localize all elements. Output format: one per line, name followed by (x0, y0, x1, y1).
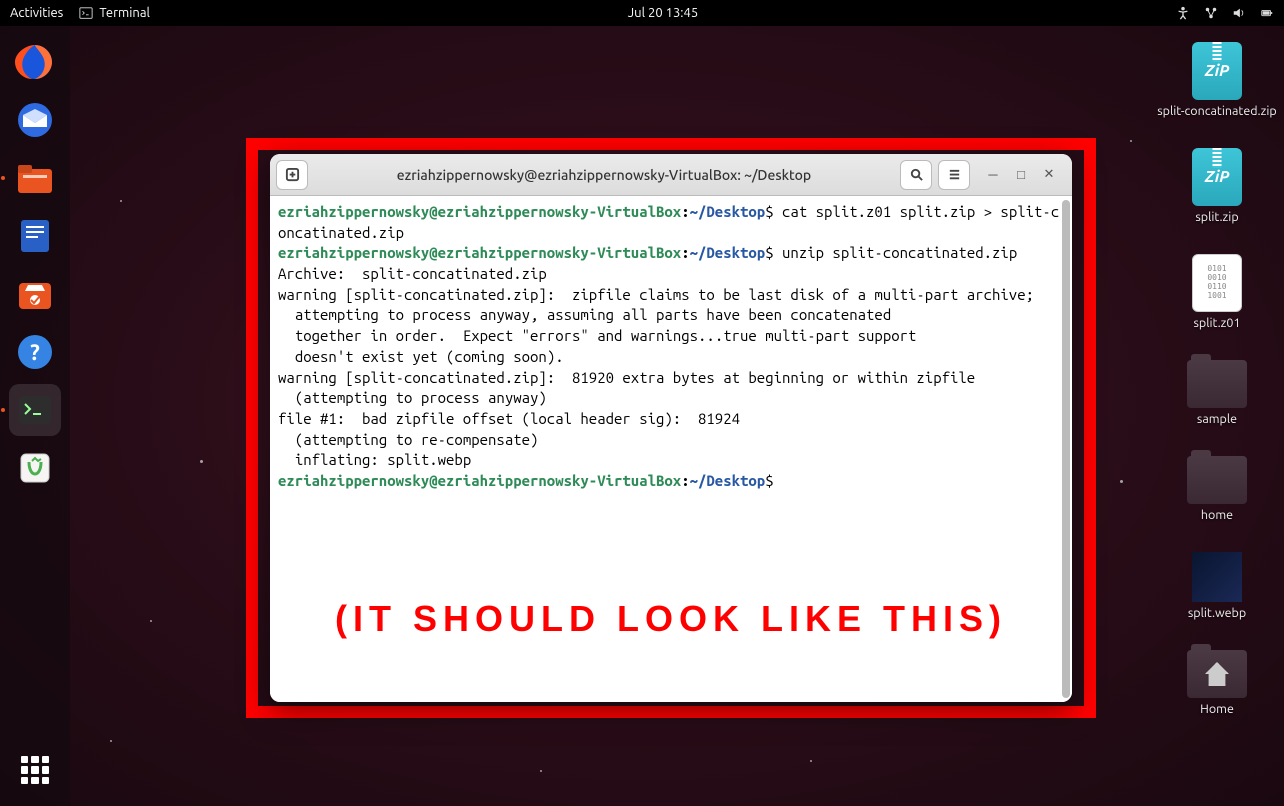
show-applications[interactable] (9, 744, 61, 796)
terminal-output-line: together in order. Expect "errors" and w… (278, 326, 1064, 347)
terminal-prompt-line: ezriahzippernowsky@ezriahzippernowsky-Vi… (278, 471, 1064, 492)
volume-icon (1232, 6, 1246, 20)
terminal-window: ezriahzippernowsky@ezriahzippernowsky-Vi… (270, 154, 1072, 702)
terminal-app-icon (79, 6, 93, 20)
dock-help[interactable]: ? (9, 326, 61, 378)
desktop-icon-label: Home (1200, 702, 1234, 716)
terminal-output-line: inflating: split.webp (278, 450, 1064, 471)
desktop-icon-label: split.zip (1195, 210, 1238, 224)
dock-terminal[interactable] (9, 384, 61, 436)
terminal-output-line: file #1: bad zipfile offset (local heade… (278, 409, 1064, 430)
zip-icon: ZiP (1192, 148, 1242, 206)
desktop-icon-Home[interactable]: Home (1187, 650, 1247, 716)
desktop-icon-sample[interactable]: sample (1187, 360, 1247, 426)
activities-button[interactable]: Activities (10, 6, 63, 20)
terminal-title: ezriahzippernowsky@ezriahzippernowsky-Vi… (314, 167, 894, 183)
terminal-prompt-line: ezriahzippernowsky@ezriahzippernowsky-Vi… (278, 243, 1064, 264)
dock-trash[interactable] (9, 442, 61, 494)
terminal-output-line: doesn't exist yet (coming soon). (278, 347, 1064, 368)
menu-button[interactable] (938, 160, 970, 190)
terminal-titlebar[interactable]: ezriahzippernowsky@ezriahzippernowsky-Vi… (270, 154, 1072, 196)
folder-icon (1187, 456, 1247, 504)
dock-files[interactable] (9, 152, 61, 204)
top-bar: Activities Terminal Jul 20 13:45 (0, 0, 1284, 26)
webp-icon (1192, 552, 1242, 602)
active-app-indicator[interactable]: Terminal (79, 6, 150, 20)
close-button[interactable]: ✕ (1042, 168, 1056, 182)
folder-icon (1187, 360, 1247, 408)
terminal-output-line: warning [split-concatinated.zip]: 81920 … (278, 368, 1064, 389)
system-tray[interactable] (1176, 6, 1274, 20)
terminal-output-line: Archive: split-concatinated.zip (278, 264, 1064, 285)
svg-text:?: ? (30, 340, 40, 365)
terminal-output-line: warning [split-concatinated.zip]: zipfil… (278, 285, 1064, 306)
desktop-icon-split-webp[interactable]: split.webp (1188, 552, 1246, 620)
desktop-icon-split-zip[interactable]: ZiP split.zip (1192, 148, 1242, 224)
zip-icon: ZiP (1192, 42, 1242, 100)
terminal-output-line: (attempting to process anyway) (278, 388, 1064, 409)
active-app-name: Terminal (99, 6, 150, 20)
annotation-text: (IT SHOULD LOOK LIKE THIS) (270, 598, 1072, 640)
desktop-icon-label: split-concatinated.zip (1157, 104, 1277, 118)
desktop-icons: ZiP split-concatinated.zip ZiP split.zip 010… (1156, 42, 1278, 716)
dock: ? (0, 26, 70, 806)
clock[interactable]: Jul 20 13:45 (628, 6, 698, 20)
maximize-button[interactable]: □ (1014, 168, 1028, 182)
desktop-icon-label: home (1201, 508, 1233, 522)
desktop-icon-split-concatinated-zip[interactable]: ZiP split-concatinated.zip (1157, 42, 1277, 118)
desktop-icon-label: split.webp (1188, 606, 1246, 620)
dock-software[interactable] (9, 268, 61, 320)
terminal-output-line: attempting to process anyway, assuming a… (278, 305, 1064, 326)
minimize-button[interactable]: ─ (986, 168, 1000, 182)
search-button[interactable] (900, 160, 932, 190)
accessibility-icon (1176, 6, 1190, 20)
dock-firefox[interactable] (9, 36, 61, 88)
desktop-icon-label: split.z01 (1193, 316, 1240, 330)
folder-home-icon (1187, 650, 1247, 698)
txt-icon: 0101 0010 0110 1001 (1192, 254, 1242, 312)
new-tab-button[interactable] (276, 160, 308, 190)
dock-writer[interactable] (9, 210, 61, 262)
battery-icon (1260, 6, 1274, 20)
terminal-prompt-line: ezriahzippernowsky@ezriahzippernowsky-Vi… (278, 202, 1064, 243)
terminal-output-line: (attempting to re-compensate) (278, 430, 1064, 451)
desktop-icon-split-z01[interactable]: 0101 0010 0110 1001 split.z01 (1192, 254, 1242, 330)
dock-thunderbird[interactable] (9, 94, 61, 146)
desktop-icon-home[interactable]: home (1187, 456, 1247, 522)
network-icon (1204, 6, 1218, 20)
desktop-icon-label: sample (1197, 412, 1237, 426)
